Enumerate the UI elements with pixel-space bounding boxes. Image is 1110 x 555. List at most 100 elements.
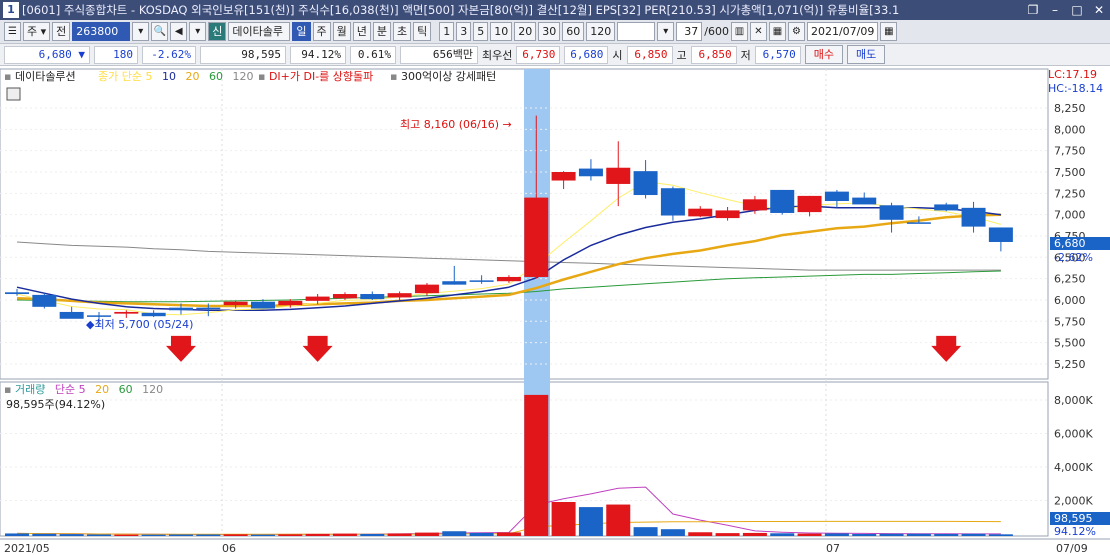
- stock-code-input[interactable]: 263800: [72, 22, 131, 41]
- high-marker: 최고 8,160 (06/16) →: [400, 118, 512, 131]
- volume-bar: [305, 533, 330, 536]
- volume-bar: [660, 529, 685, 536]
- minimize-icon[interactable]: –: [1044, 1, 1066, 19]
- period-second[interactable]: 초: [393, 22, 412, 41]
- interval-dropdown-icon[interactable]: ▾: [657, 22, 675, 41]
- interval-custom-input[interactable]: [617, 22, 656, 41]
- volume-bar: [988, 534, 1013, 536]
- sell-button[interactable]: 매도: [847, 45, 886, 64]
- volume-bar: [5, 533, 29, 536]
- price-axis-label: 5,750: [1054, 315, 1086, 328]
- list-icon[interactable]: ☰: [4, 22, 21, 41]
- volume-bar: [250, 534, 275, 536]
- bars-icon[interactable]: ▥: [730, 22, 748, 41]
- legend-signal: ▪ DI+가 DI-를 상향돌파: [258, 70, 373, 83]
- price-axis-label: 7,250: [1054, 187, 1086, 200]
- volume-bar: [278, 534, 303, 536]
- candle-body: [879, 205, 904, 220]
- calendar-icon[interactable]: ▦: [880, 22, 898, 41]
- interval-120[interactable]: 120: [586, 22, 616, 41]
- search-icon[interactable]: 🔍: [151, 22, 169, 41]
- candle-body: [332, 294, 357, 299]
- volume-axis-label: 6,000K: [1054, 428, 1093, 441]
- volume-bar: [606, 504, 631, 536]
- interval-1[interactable]: 1: [439, 22, 455, 41]
- candle-body: [141, 312, 166, 317]
- buy-button[interactable]: 매수: [804, 45, 843, 64]
- current-price-tag-text: 6,680: [1054, 237, 1086, 250]
- volume-tag-pct: 94.12%: [1054, 525, 1096, 538]
- interval-60[interactable]: 60: [562, 22, 585, 41]
- candle-body: [250, 301, 275, 309]
- volume-bar: [496, 532, 521, 536]
- volume-bar: [961, 533, 986, 536]
- candle-body: [360, 294, 385, 300]
- interval-30[interactable]: 30: [538, 22, 561, 41]
- table-icon[interactable]: [6, 87, 21, 101]
- code-dropdown-icon[interactable]: ▾: [132, 22, 150, 41]
- candle-body: [524, 197, 549, 277]
- market-select[interactable]: 주 ▾: [23, 22, 51, 41]
- interval-20[interactable]: 20: [514, 22, 537, 41]
- candle-body: [551, 172, 576, 181]
- candle-body: [715, 210, 740, 219]
- gear-icon[interactable]: ⚙: [787, 22, 805, 41]
- close-icon[interactable]: ✕: [1088, 1, 1110, 19]
- volume-current: 98,595주(94.12%): [6, 398, 105, 411]
- date-label-start: 2021/05: [4, 542, 50, 555]
- window-number: 1: [3, 2, 19, 18]
- volume-bar: [824, 533, 849, 536]
- candle-body: [278, 300, 303, 306]
- interval-3[interactable]: 3: [456, 22, 472, 41]
- speaker-dropdown-icon[interactable]: ▾: [189, 22, 207, 41]
- volume-bar: [715, 533, 740, 536]
- low-price: 6,570: [754, 45, 801, 64]
- volume-bar: [59, 534, 84, 536]
- volume-bar: [879, 533, 904, 536]
- price-axis-label: 6,000: [1054, 294, 1086, 307]
- count-input[interactable]: 37: [676, 22, 703, 41]
- volume-bar: [114, 534, 139, 536]
- candle-body: [496, 276, 521, 282]
- type-select[interactable]: 전: [52, 22, 71, 41]
- candle-body: [305, 296, 330, 301]
- candle-body: [824, 191, 849, 202]
- period-year[interactable]: 년: [352, 22, 371, 41]
- stock-name: 데이타솔루: [228, 22, 291, 41]
- period-minute[interactable]: 분: [372, 22, 392, 41]
- interval-10[interactable]: 10: [490, 22, 513, 41]
- maximize-icon[interactable]: □: [1066, 1, 1088, 19]
- stock-chart[interactable]: 8,2508,0007,7507,5007,2507,0006,7506,500…: [0, 66, 1110, 555]
- volume-bar: [906, 533, 931, 536]
- candle-body: [742, 199, 767, 211]
- price-axis-label: 5,500: [1054, 337, 1086, 350]
- zoom-icon[interactable]: ▦: [768, 22, 786, 41]
- speaker-icon[interactable]: ◀: [170, 22, 188, 41]
- date-label-end: 07/09: [1056, 542, 1088, 555]
- price-axis-label: 8,250: [1054, 102, 1086, 115]
- volume-value: 98,595: [200, 45, 286, 64]
- volume-bar: [551, 502, 576, 536]
- high-price: 6,850: [690, 45, 737, 64]
- high-label: 고: [676, 48, 687, 62]
- count-total: /600: [704, 25, 729, 38]
- date-label-june: 06: [222, 542, 236, 555]
- volume-bar: [196, 534, 221, 536]
- price-axis-label: 7,000: [1054, 209, 1086, 222]
- legend-stock-name: ▪ 데이타솔루션: [4, 70, 76, 83]
- open-label: 시: [612, 48, 623, 62]
- period-week[interactable]: 주: [312, 22, 331, 41]
- restore-icon[interactable]: ❐: [1022, 1, 1044, 19]
- volume-tag-text: 98,595: [1054, 512, 1093, 525]
- candle-body: [469, 280, 494, 282]
- period-day[interactable]: 일: [292, 22, 311, 41]
- volume-bar: [332, 533, 357, 536]
- crosshair-icon[interactable]: ✕: [749, 22, 767, 41]
- candle-body: [688, 208, 713, 217]
- interval-5[interactable]: 5: [473, 22, 489, 41]
- candle-body: [660, 188, 685, 216]
- price-change: 180: [94, 45, 138, 64]
- period-tick[interactable]: 틱: [413, 22, 432, 41]
- date-input[interactable]: 2021/07/09: [806, 22, 879, 41]
- period-month[interactable]: 월: [332, 22, 351, 41]
